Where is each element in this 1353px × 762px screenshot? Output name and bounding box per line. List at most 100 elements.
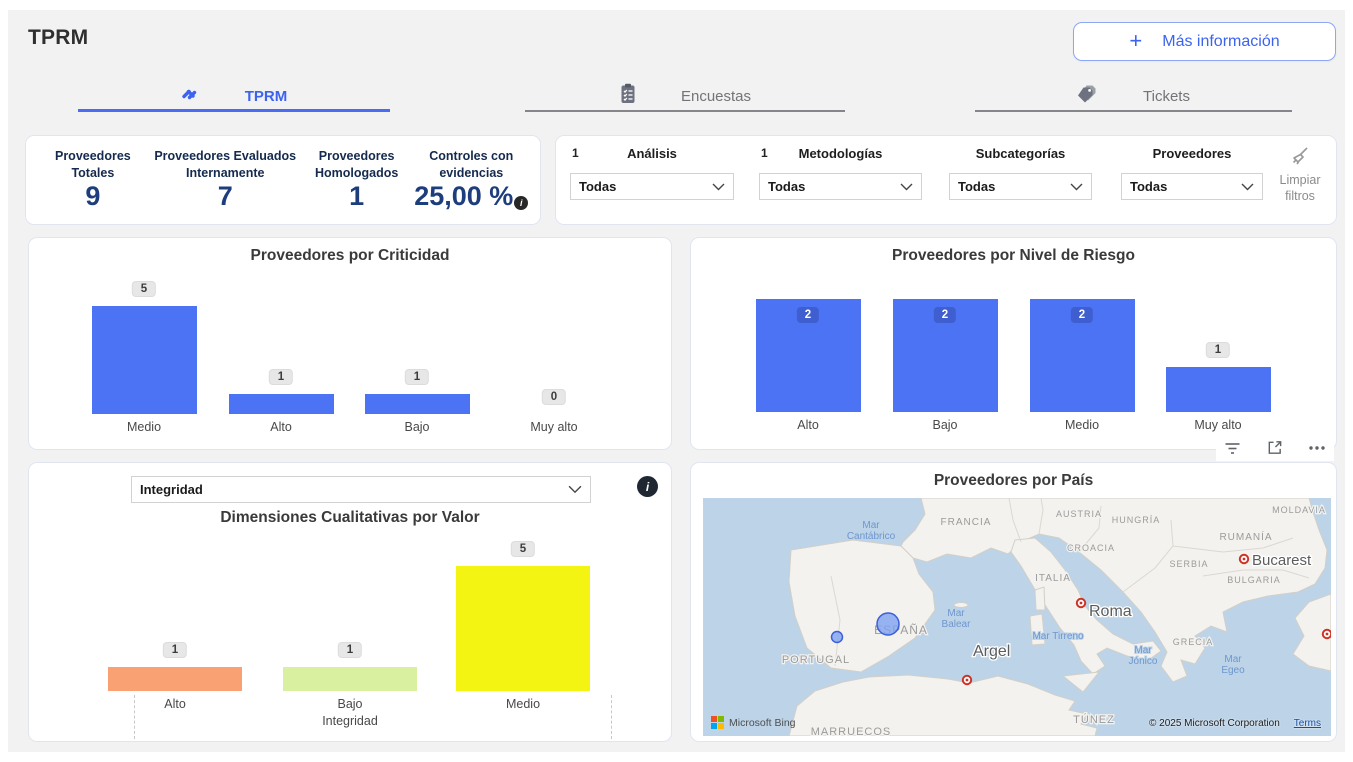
chart-dimensiones-cualitativas: Integridad i Dimensiones Cualitativas po… bbox=[28, 462, 672, 742]
map-city-label: Bucarest bbox=[1252, 552, 1312, 569]
map-bubble-large[interactable] bbox=[877, 613, 899, 635]
bar-bajo[interactable] bbox=[283, 667, 417, 691]
bar-alto[interactable] bbox=[108, 667, 242, 691]
map-city-label: Roma bbox=[1089, 603, 1132, 620]
focus-mode-icon[interactable] bbox=[1266, 439, 1283, 456]
bing-logo: Microsoft Bing bbox=[711, 716, 796, 729]
more-options-icon[interactable] bbox=[1308, 445, 1326, 451]
kpi-label: Proveedores Homologados bbox=[301, 148, 413, 181]
visual-header-toolbar bbox=[1216, 434, 1334, 461]
map-sea-label: MarEgeo bbox=[1221, 654, 1245, 676]
dropdown-value: Todas bbox=[958, 179, 1070, 194]
slicer-label: Subcategorías bbox=[949, 146, 1092, 161]
axis-dash-right bbox=[611, 695, 612, 739]
map-country-label: MOLDAVIA bbox=[1272, 505, 1326, 515]
data-label-medio: 5 bbox=[511, 541, 535, 557]
chevron-down-icon bbox=[900, 183, 913, 191]
chart-proveedores-nivel-riesgo: Proveedores por Nivel de Riesgo 2Alto2Ba… bbox=[690, 237, 1337, 450]
kpi-proveedores-evaluados: Proveedores Evaluados Internamente 7 bbox=[150, 148, 301, 211]
map-city-marker-dot bbox=[1080, 602, 1083, 605]
map-country-label: TÚNEZ bbox=[1073, 713, 1115, 726]
slicer-analisis: 1 Análisis Todas bbox=[570, 136, 734, 226]
dropdown-value: Todas bbox=[768, 179, 900, 194]
chevron-down-icon bbox=[712, 183, 725, 191]
bar-alto[interactable] bbox=[229, 394, 334, 414]
data-label-bajo: 1 bbox=[338, 642, 362, 658]
map-copyright: © 2025 Microsoft Corporation bbox=[1149, 718, 1280, 729]
map-country-label: RUMANÍA bbox=[1219, 530, 1272, 543]
tab-tickets-label: Tickets bbox=[1143, 88, 1190, 105]
slicer-dropdown-subcategorias[interactable]: Todas bbox=[949, 173, 1092, 200]
slicer-proveedores: Proveedores Todas bbox=[1121, 136, 1263, 226]
category-label-medio: Medio bbox=[127, 420, 161, 434]
x-axis-title: Integridad bbox=[322, 714, 378, 728]
more-info-button[interactable]: + Más información bbox=[1073, 22, 1336, 61]
data-label-medio: 2 bbox=[1071, 307, 1093, 323]
slicer-label: Metodologías bbox=[759, 146, 922, 161]
filter-card: 1 Análisis Todas 1 Metodologías Todas Su… bbox=[555, 135, 1337, 225]
plus-icon: + bbox=[1129, 30, 1142, 52]
data-label-muy-alto: 1 bbox=[1206, 342, 1230, 358]
map-country-label: BULGARIA bbox=[1227, 575, 1281, 585]
clear-filters-button[interactable]: Limpiar filtros bbox=[1268, 144, 1332, 204]
tab-encuestas[interactable]: Encuestas bbox=[525, 80, 845, 112]
category-label-muy-alto: Muy alto bbox=[1194, 418, 1241, 432]
info-icon[interactable]: i bbox=[514, 196, 528, 210]
map-city-marker-dot bbox=[1243, 558, 1246, 561]
map-country-label: AUSTRIA bbox=[1056, 509, 1102, 519]
slicer-label: Proveedores bbox=[1121, 146, 1263, 161]
dropdown-value: Todas bbox=[1130, 179, 1241, 194]
bing-map[interactable]: FRANCIAAUSTRIAHUNGRÍAMOLDAVIARUMANÍACROA… bbox=[703, 498, 1331, 736]
map-country-label: PORTUGAL bbox=[782, 654, 850, 666]
data-label-alto: 1 bbox=[163, 642, 187, 658]
category-label-bajo: Bajo bbox=[404, 420, 429, 434]
category-label-muy-alto: Muy alto bbox=[530, 420, 577, 434]
data-label-alto: 1 bbox=[269, 369, 293, 385]
map-country-label: MARRUECOS bbox=[811, 726, 892, 736]
category-label-bajo: Bajo bbox=[932, 418, 957, 432]
survey-clipboard-icon bbox=[619, 83, 637, 110]
map-island-balearics bbox=[954, 603, 968, 608]
map-country-label: HUNGRÍA bbox=[1112, 515, 1161, 525]
map-sea-label: Mar Tirreno bbox=[1032, 631, 1084, 642]
map-country-label: CROACIA bbox=[1067, 543, 1115, 553]
criticidad-plot-area: 5Medio1Alto1Bajo0Muy alto bbox=[29, 238, 671, 449]
category-label-alto: Alto bbox=[270, 420, 292, 434]
bar-medio[interactable] bbox=[456, 566, 590, 691]
tickets-tag-icon bbox=[1077, 84, 1099, 109]
tab-tprm-label: TPRM bbox=[245, 88, 288, 105]
tab-tprm[interactable]: TPRM bbox=[78, 80, 390, 112]
bar-bajo[interactable] bbox=[365, 394, 470, 414]
kpi-card: Proveedores Totales 9 Proveedores Evalua… bbox=[25, 135, 541, 225]
map-country-label: SERBIA bbox=[1169, 559, 1208, 569]
tab-tickets[interactable]: Tickets bbox=[975, 80, 1292, 112]
category-label-medio: Medio bbox=[506, 697, 540, 711]
category-label-alto: Alto bbox=[164, 697, 186, 711]
category-label-alto: Alto bbox=[797, 418, 819, 432]
tab-tprm-underline bbox=[78, 109, 390, 112]
bar-medio[interactable] bbox=[92, 306, 197, 414]
dimensiones-plot-area: 1Alto1Bajo5MedioIntegridad bbox=[29, 463, 671, 741]
filter-icon[interactable] bbox=[1224, 440, 1241, 456]
data-label-bajo: 1 bbox=[405, 369, 429, 385]
map-terms-link[interactable]: Terms bbox=[1294, 718, 1321, 729]
page-title: TPRM bbox=[28, 26, 88, 50]
bing-logo-text: Microsoft Bing bbox=[729, 717, 796, 729]
tprm-flow-icon bbox=[181, 84, 201, 109]
kpi-controles-evidencias: Controles con evidencias 25,00 % i bbox=[413, 148, 530, 211]
more-info-label: Más información bbox=[1162, 33, 1279, 51]
kpi-proveedores-homologados: Proveedores Homologados 1 bbox=[301, 148, 413, 211]
kpi-proveedores-totales: Proveedores Totales 9 bbox=[36, 148, 150, 211]
slicer-dropdown-analisis[interactable]: Todas bbox=[570, 173, 734, 200]
data-label-muy-alto: 0 bbox=[542, 389, 566, 405]
data-label-bajo: 2 bbox=[934, 307, 956, 323]
slicer-dropdown-metodologias[interactable]: Todas bbox=[759, 173, 922, 200]
bar-muy-alto[interactable] bbox=[1166, 367, 1271, 412]
map-bubble-small[interactable] bbox=[832, 632, 843, 643]
kpi-label: Proveedores Evaluados Internamente bbox=[150, 148, 301, 181]
axis-dash-left bbox=[134, 695, 135, 739]
slicer-dropdown-proveedores[interactable]: Todas bbox=[1121, 173, 1263, 200]
kpi-value: 7 bbox=[218, 182, 233, 212]
category-label-medio: Medio bbox=[1065, 418, 1099, 432]
chevron-down-icon bbox=[1070, 183, 1083, 191]
